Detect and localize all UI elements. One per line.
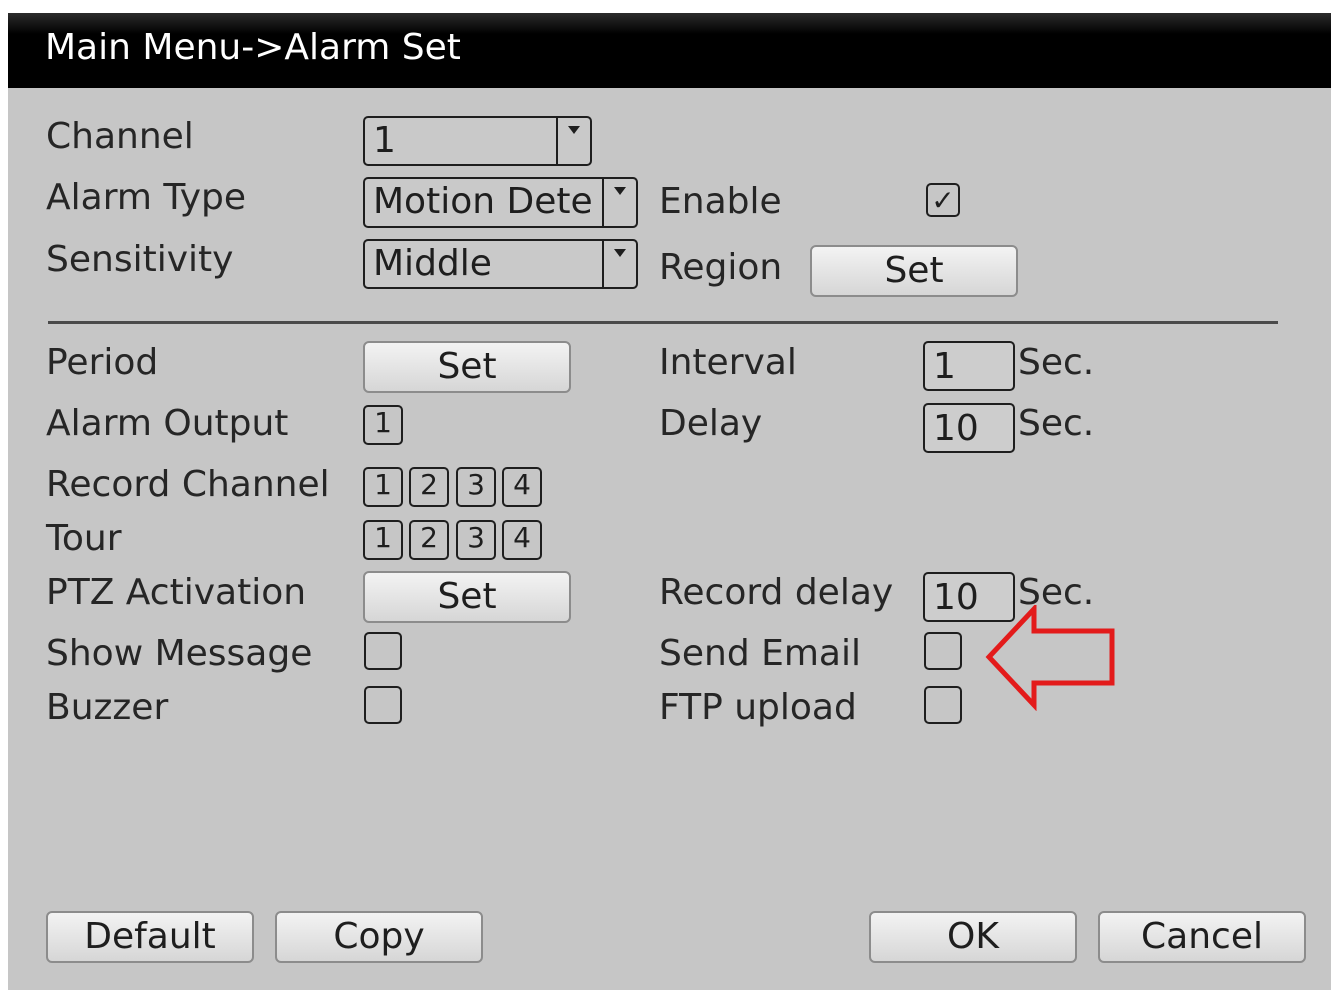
delay-label: Delay [659, 403, 763, 444]
default-button[interactable]: Default [46, 911, 254, 963]
section-divider [48, 321, 1278, 324]
record-delay-label: Record delay [659, 572, 894, 613]
channel-select[interactable]: 1 [363, 116, 592, 166]
tour-2-checkbox[interactable]: 2 [409, 520, 449, 560]
period-set-button[interactable]: Set [363, 341, 571, 393]
sensitivity-label: Sensitivity [46, 239, 234, 280]
record-channel-2-checkbox[interactable]: 2 [409, 467, 449, 507]
copy-button[interactable]: Copy [275, 911, 483, 963]
delay-unit: Sec. [1018, 403, 1095, 444]
ftp-upload-label: FTP upload [659, 687, 857, 728]
interval-label: Interval [659, 342, 797, 383]
left-arrow-icon [985, 605, 1115, 711]
send-email-checkbox[interactable] [924, 632, 962, 670]
tour-1-checkbox[interactable]: 1 [363, 520, 403, 560]
alarm-output-label: Alarm Output [46, 403, 289, 444]
record-channel-1-checkbox[interactable]: 1 [363, 467, 403, 507]
send-email-label: Send Email [659, 633, 861, 674]
period-label: Period [46, 342, 159, 383]
show-message-checkbox[interactable] [364, 632, 402, 670]
cancel-button[interactable]: Cancel [1098, 911, 1306, 963]
sensitivity-value: Middle [373, 243, 492, 284]
alarm-type-select[interactable]: Motion Dete [363, 177, 638, 228]
alarm-type-label: Alarm Type [46, 177, 247, 218]
record-channel-4-checkbox[interactable]: 4 [502, 467, 542, 507]
record-channel-3-checkbox[interactable]: 3 [456, 467, 496, 507]
tour-3-checkbox[interactable]: 3 [456, 520, 496, 560]
alarm-output-1-checkbox[interactable]: 1 [363, 405, 403, 445]
ptz-activation-label: PTZ Activation [46, 572, 307, 613]
buzzer-label: Buzzer [46, 687, 169, 728]
interval-input[interactable]: 1 [923, 341, 1015, 391]
ptz-set-button[interactable]: Set [363, 571, 571, 623]
chevron-down-icon[interactable] [602, 179, 636, 226]
tour-4-checkbox[interactable]: 4 [502, 520, 542, 560]
enable-checkbox[interactable]: ✓ [926, 183, 960, 217]
buzzer-checkbox[interactable] [364, 686, 402, 724]
ok-button[interactable]: OK [869, 911, 1077, 963]
interval-unit: Sec. [1018, 342, 1095, 383]
chevron-down-icon[interactable] [556, 118, 590, 164]
window-title: Main Menu->Alarm Set [45, 27, 461, 68]
sensitivity-select[interactable]: Middle [363, 239, 638, 289]
ftp-upload-checkbox[interactable] [924, 686, 962, 724]
chevron-down-icon[interactable] [602, 241, 636, 287]
alarm-type-value: Motion Dete [373, 181, 593, 222]
enable-label: Enable [659, 181, 782, 222]
show-message-label: Show Message [46, 633, 313, 674]
checkmark-icon: ✓ [931, 184, 955, 217]
record-channel-label: Record Channel [46, 464, 330, 505]
delay-input[interactable]: 10 [923, 403, 1015, 453]
region-set-button[interactable]: Set [810, 245, 1018, 297]
region-label: Region [659, 247, 783, 288]
channel-value: 1 [373, 120, 396, 161]
channel-label: Channel [46, 116, 194, 157]
tour-label: Tour [46, 518, 122, 559]
